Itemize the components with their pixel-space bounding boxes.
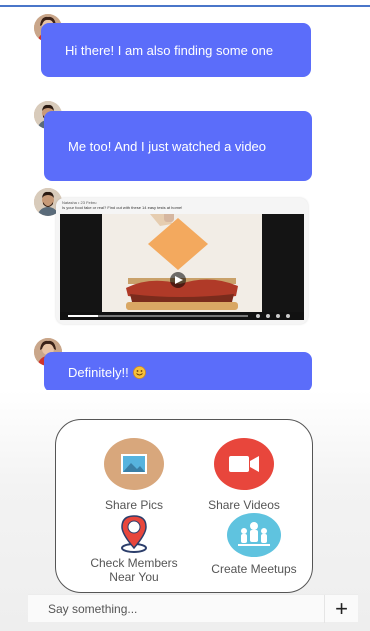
check-members-label-line1: Check Members: [90, 556, 178, 570]
message-text-3: Definitely!!: [68, 364, 129, 380]
smile-emoji-icon: [132, 365, 146, 379]
message-text-1: Hi there! I am also finding some one: [65, 42, 274, 58]
location-pin-icon: [114, 512, 154, 554]
video-description: Is your food fake or real? Find out with…: [62, 205, 183, 210]
attachment-menu: Share Pics Share Videos Check Members Ne…: [55, 419, 313, 593]
share-pics-label: Share Pics: [104, 498, 164, 512]
share-videos-button[interactable]: Share Videos: [194, 436, 294, 512]
video-message-card[interactable]: Natasha • 23 Febru Is your food fake or …: [56, 198, 308, 324]
share-videos-label: Share Videos: [208, 498, 280, 512]
message-bubble-1: Hi there! I am also finding some one: [41, 23, 311, 77]
create-meetups-button[interactable]: Create Meetups: [194, 512, 314, 576]
top-divider: [0, 5, 370, 7]
create-meetups-label: Create Meetups: [211, 562, 297, 576]
message-bubble-2: Me too! And I just watched a video: [44, 111, 312, 181]
check-members-label-line2: Near You: [109, 570, 159, 584]
share-pics-button[interactable]: Share Pics: [94, 436, 174, 512]
add-attachment-button[interactable]: +: [324, 595, 358, 623]
check-members-label: Check Members Near You: [90, 556, 177, 584]
meetup-people-icon: [227, 513, 281, 557]
message-composer: +: [28, 594, 358, 623]
check-members-button[interactable]: Check Members Near You: [74, 512, 194, 584]
plus-icon: +: [335, 596, 348, 621]
message-text-2: Me too! And I just watched a video: [68, 138, 267, 154]
message-bubble-3: Definitely!!: [44, 352, 312, 392]
message-input[interactable]: [48, 601, 298, 616]
image-icon: [104, 438, 164, 490]
video-thumbnail: [60, 210, 304, 320]
video-player[interactable]: [60, 210, 304, 320]
video-camera-icon: [214, 438, 274, 490]
